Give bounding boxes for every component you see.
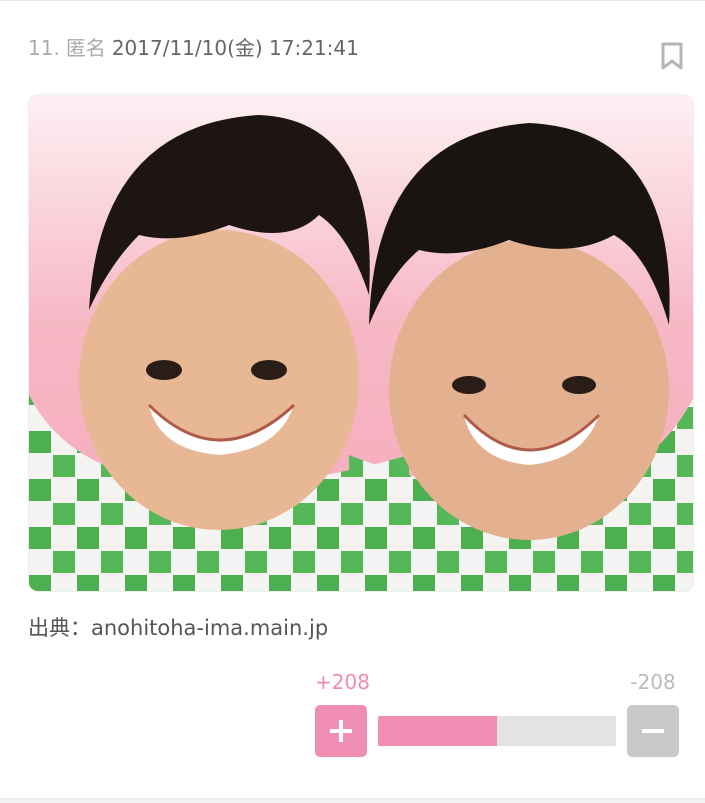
vote-ratio-fill — [378, 716, 497, 746]
post-number: 11. — [28, 36, 60, 60]
plus-icon — [330, 720, 352, 742]
bookmark-icon[interactable] — [660, 42, 684, 70]
plus-vote-count: +208 — [315, 670, 370, 694]
post-datetime: 2017/11/10(金) 17:21:41 — [111, 36, 359, 60]
post-photo — [28, 94, 694, 592]
bottom-divider — [0, 798, 705, 803]
source-credit: 出典：anohitoha-ima.main.jp — [28, 616, 329, 640]
minus-vote-count: -208 — [630, 670, 676, 694]
vote-ratio-bar — [378, 716, 616, 746]
post-header: 11. 匿名 2017/11/10(金) 17:21:41 — [28, 34, 359, 62]
author-name: 匿名 — [65, 36, 106, 60]
plus-vote-button[interactable] — [315, 705, 367, 757]
minus-vote-button[interactable] — [627, 705, 679, 757]
top-divider — [0, 0, 705, 1]
minus-icon — [642, 729, 664, 733]
